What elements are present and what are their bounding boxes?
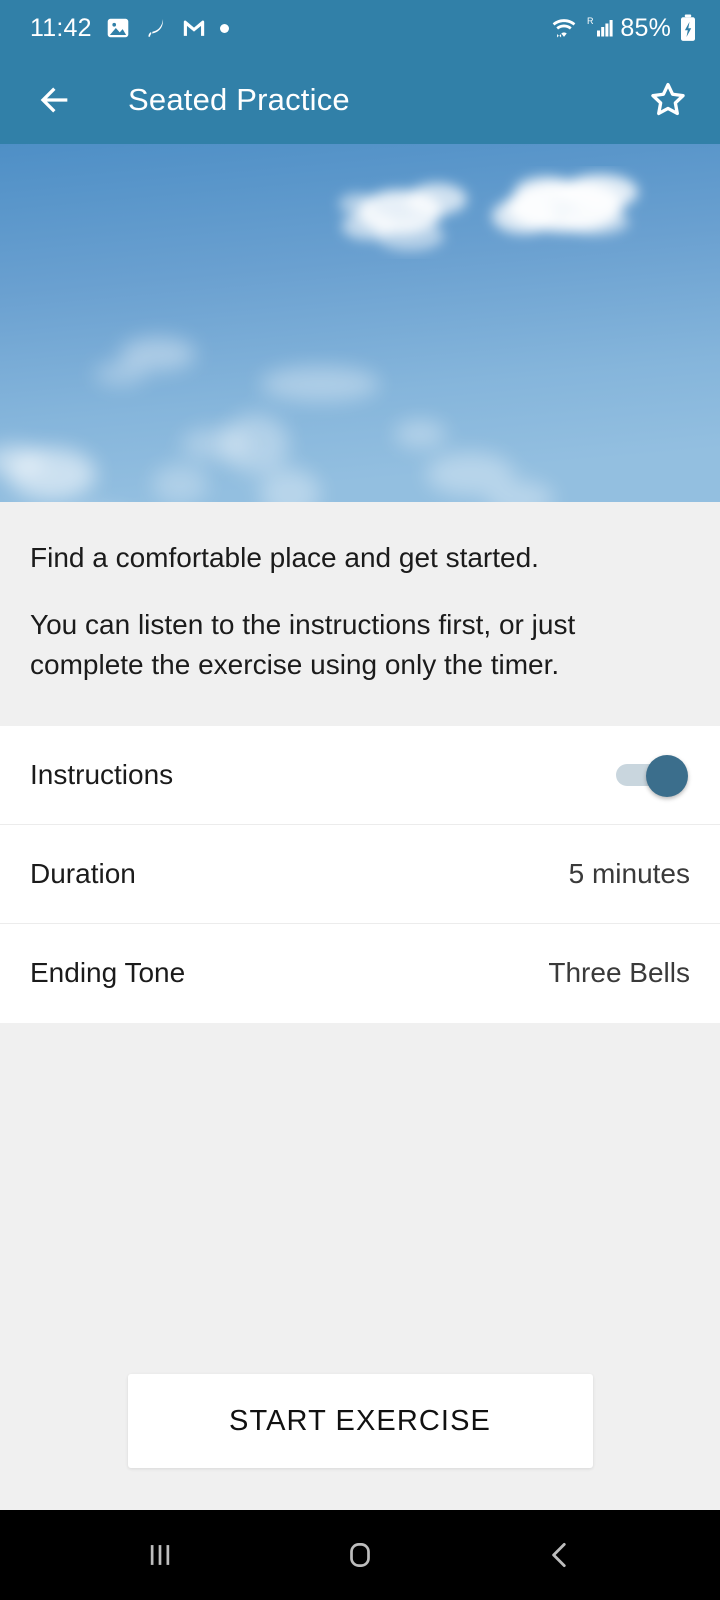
status-bar-clock: 11:42 — [30, 13, 92, 42]
leaf-icon — [144, 16, 168, 40]
duration-value: 5 minutes — [568, 857, 690, 889]
status-bar: 11:42 R 85% — [0, 0, 720, 56]
recents-icon[interactable] — [112, 1510, 208, 1600]
settings-row-duration[interactable]: Duration 5 minutes — [0, 825, 720, 924]
description-block: Find a comfortable place and get started… — [0, 502, 720, 726]
status-bar-left: 11:42 — [30, 14, 229, 43]
ending-tone-value: Three Bells — [548, 957, 690, 989]
app-bar: Seated Practice — [0, 56, 720, 144]
hero-sky-image — [0, 144, 720, 502]
back-arrow-icon[interactable] — [28, 74, 80, 126]
start-exercise-button[interactable]: START EXERCISE — [127, 1374, 593, 1468]
description-line-1: Find a comfortable place and get started… — [30, 542, 539, 573]
duration-label: Duration — [30, 857, 136, 889]
home-icon[interactable] — [312, 1510, 408, 1600]
signal-icon: R — [585, 15, 613, 41]
description-line-2: You can listen to the instructions first… — [30, 608, 576, 681]
cta-container: START EXERCISE — [0, 1374, 720, 1468]
phone-screen: 11:42 R 85% Seated Practice Find a comfo… — [0, 0, 720, 1600]
gallery-icon — [105, 15, 131, 41]
page-title: Seated Practice — [128, 82, 350, 117]
settings-card: Instructions Duration 5 minutes Ending T… — [0, 725, 720, 1023]
instructions-label: Instructions — [30, 758, 174, 790]
settings-row-instructions[interactable]: Instructions — [0, 726, 720, 825]
gmail-icon — [181, 15, 207, 41]
ending-tone-label: Ending Tone — [30, 957, 186, 989]
star-outline-icon[interactable] — [642, 74, 694, 126]
battery-percent-label: 85% — [620, 13, 671, 42]
nav-back-icon[interactable] — [512, 1510, 608, 1600]
dot-icon — [219, 23, 229, 33]
status-bar-right: R 85% — [550, 14, 698, 43]
battery-charging-icon — [678, 14, 698, 42]
system-nav-bar — [0, 1510, 720, 1600]
content-spacer: START EXERCISE — [0, 1022, 720, 1510]
svg-text:R: R — [587, 16, 594, 26]
wifi-icon — [550, 15, 578, 41]
toggle-thumb — [646, 754, 688, 797]
settings-row-ending-tone[interactable]: Ending Tone Three Bells — [0, 924, 720, 1023]
instructions-toggle[interactable] — [616, 753, 690, 797]
